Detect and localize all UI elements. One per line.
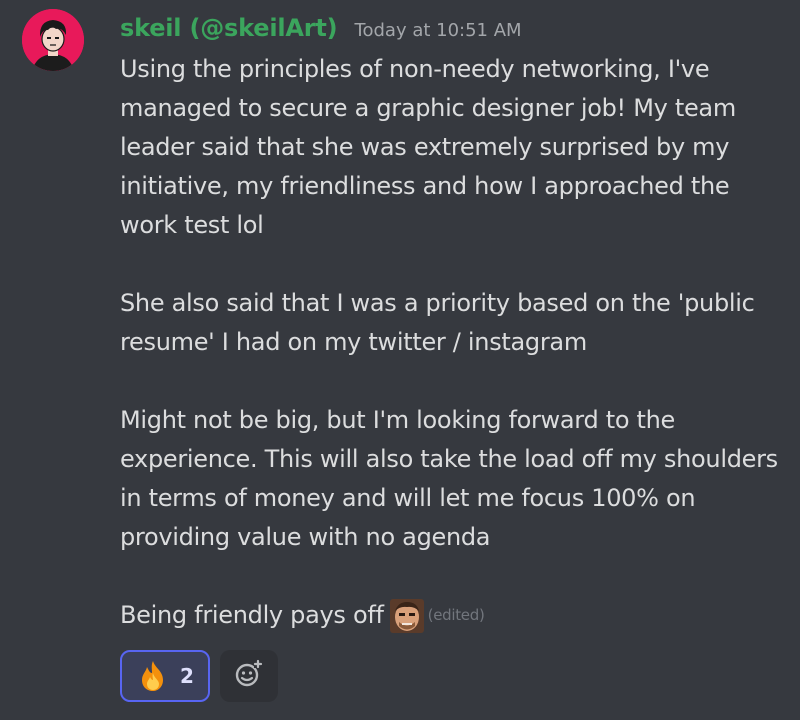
fire-emoji-icon (138, 660, 168, 692)
timestamp[interactable]: Today at 10:51 AM (355, 20, 522, 41)
add-reaction-button[interactable] (220, 650, 278, 702)
edited-label: (edited) (427, 606, 485, 624)
avatar[interactable] (22, 9, 84, 71)
avatar-illustration (22, 9, 84, 71)
message-header: skeil (@skeilArt) Today at 10:51 AM (120, 14, 522, 42)
add-reaction-icon (234, 659, 264, 693)
reaction-count: 2 (180, 664, 194, 688)
message-paragraph: Using the principles of non-needy networ… (120, 55, 736, 239)
username[interactable]: skeil (@skeilArt) (120, 14, 338, 42)
reaction-fire-button[interactable]: 2 (120, 650, 210, 702)
chat-message: skeil (@skeilArt) Today at 10:51 AM Usin… (0, 0, 800, 720)
message-paragraph: She also said that I was a priority base… (120, 289, 755, 356)
custom-face-emoji-icon[interactable] (389, 598, 424, 633)
message-paragraph: Being friendly pays off (120, 601, 384, 629)
message-paragraph: Might not be big, but I'm looking forwar… (120, 406, 778, 551)
reactions-bar: 2 (120, 650, 278, 702)
message-last-line: Being friendly pays off (edited) (120, 596, 780, 635)
message-content: Using the principles of non-needy networ… (120, 50, 780, 635)
